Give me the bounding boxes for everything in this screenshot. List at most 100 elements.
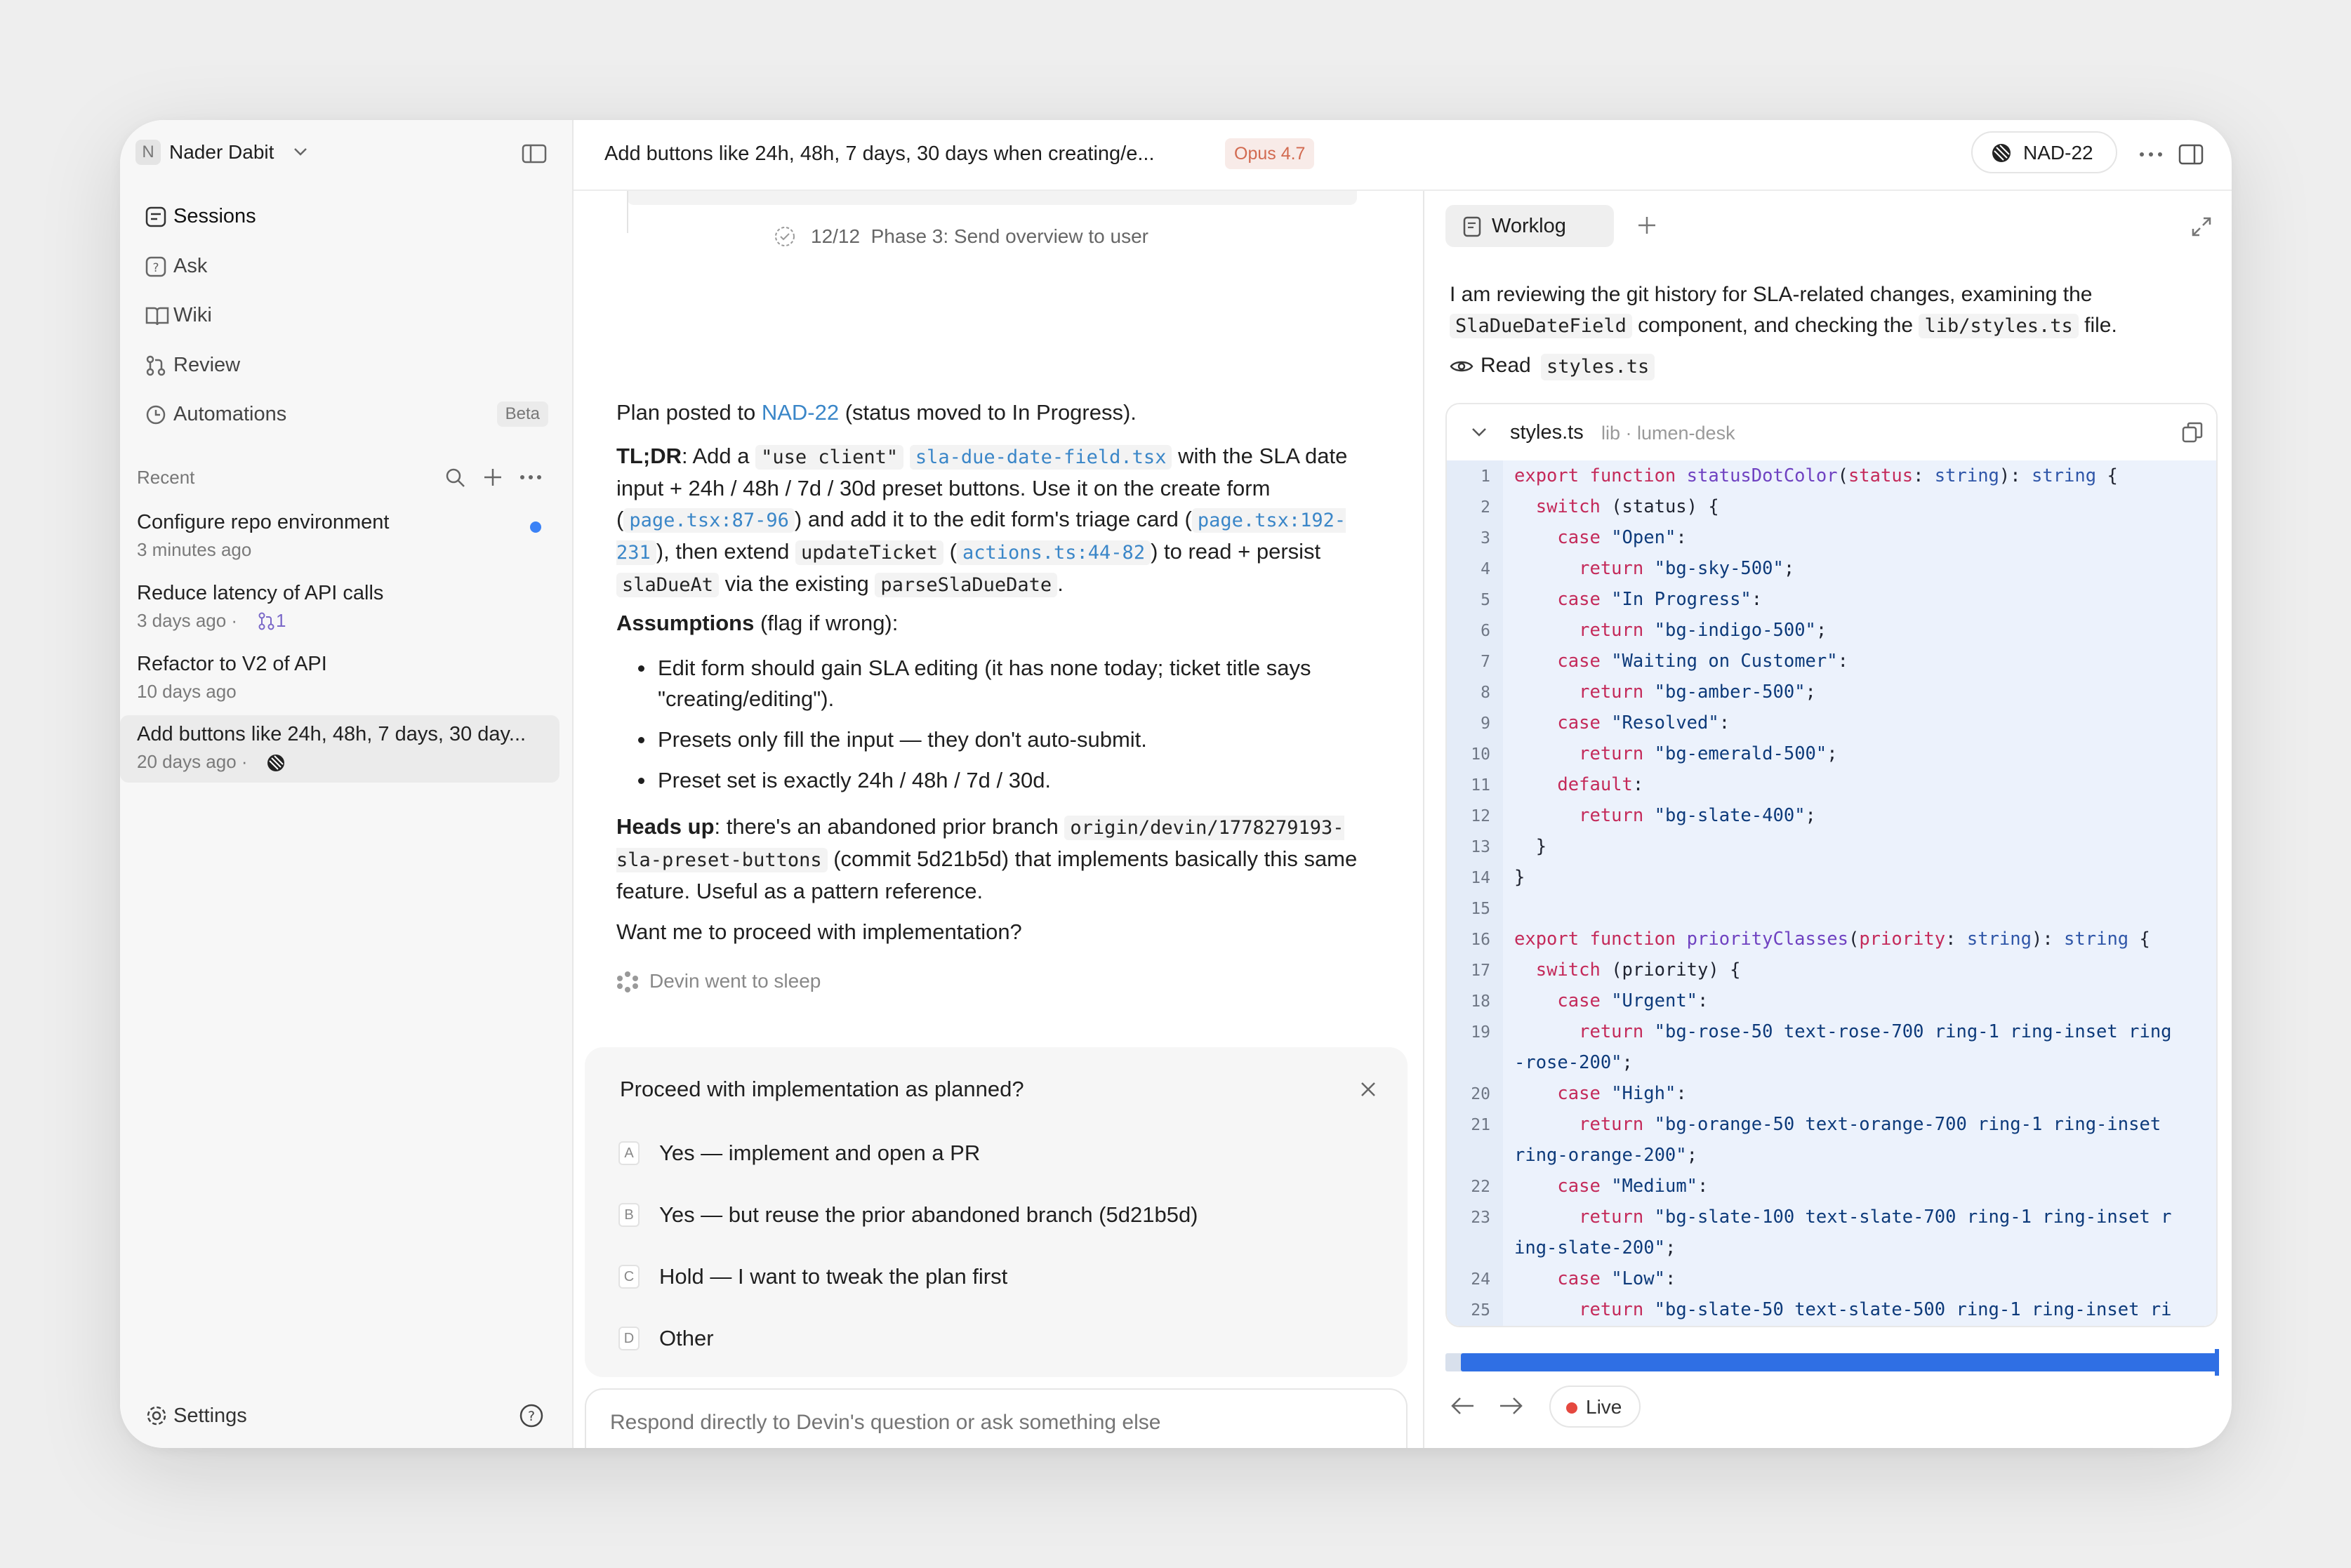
more-icon[interactable] [2138, 151, 2164, 158]
file-link[interactable]: page.tsx:87-96 [623, 508, 795, 533]
option-a[interactable]: A Yes — implement and open a PR [618, 1133, 1377, 1175]
option-label: Hold — I want to tweak the plan first [659, 1264, 1008, 1289]
recent-item-title: Refactor to V2 of API [137, 653, 327, 675]
workspace-avatar: N [135, 140, 161, 165]
close-icon[interactable] [1360, 1081, 1377, 1098]
option-key: A [618, 1141, 640, 1165]
ticket-label: NAD-22 [2023, 142, 2093, 164]
text: ), then extend [656, 539, 795, 564]
chat-panel: 12/12 Phase 3: Send overview to user Pla… [574, 191, 1424, 1448]
add-tab-icon[interactable] [1636, 215, 1657, 236]
code-line: switch (priority) { [1535, 959, 1741, 981]
text: file. [2078, 314, 2117, 337]
recent-item[interactable]: Reduce latency of API calls 3 days ago ·… [120, 577, 559, 644]
nav-label: Ask [173, 255, 208, 277]
ticket-pill[interactable]: NAD-22 [1971, 131, 2117, 173]
worklog-summary: I am reviewing the git history for SLA-r… [1450, 279, 2215, 342]
file-link[interactable]: actions.ts:44-82 [956, 540, 1151, 565]
option-label: Yes — implement and open a PR [659, 1141, 981, 1165]
phase-status: 12/12 Phase 3: Send overview to user [811, 225, 1148, 247]
forward-arrow-icon[interactable] [1499, 1395, 1524, 1416]
recent-heading: Recent [137, 467, 195, 488]
worklog-panel: Worklog I am reviewing the git history f… [1426, 191, 2232, 1448]
code-line: switch (status) { [1535, 496, 1719, 517]
line-number: 5 [1481, 591, 1490, 609]
assumptions-heading: Assumptions (flag if wrong): [616, 608, 1389, 639]
search-icon[interactable] [444, 467, 467, 489]
code-body: 1 export function statusDotColor(status: … [1447, 460, 2216, 1326]
linear-logo-icon [267, 755, 284, 771]
inline-code: parseSlaDueDate [875, 573, 1058, 597]
scrub-handle[interactable] [2215, 1349, 2219, 1376]
code-line: ing-slate-200"; [1514, 1237, 1676, 1258]
code-line: ring-orange-200"; [1514, 1145, 1697, 1166]
settings-button[interactable]: Settings [134, 1397, 345, 1433]
text: ) to read + persist [1151, 539, 1321, 564]
chevron-down-icon[interactable] [1471, 427, 1488, 438]
code-line: return "bg-indigo-500"; [1579, 620, 1827, 641]
clock-icon [146, 405, 166, 425]
sessions-icon [145, 206, 166, 227]
help-icon[interactable]: ? [519, 1403, 544, 1428]
sleep-gear-icon [617, 971, 638, 992]
nav-label: Sessions [173, 205, 256, 227]
nav-item-wiki[interactable]: Wiki [134, 295, 559, 335]
recent-item-selected[interactable]: Add buttons like 24h, 48h, 7 days, 30 da… [120, 715, 559, 783]
line-number: 3 [1481, 529, 1490, 547]
nav-item-review[interactable]: Review [134, 345, 559, 385]
line-number: 20 [1471, 1085, 1490, 1103]
inline-code: updateTicket [795, 540, 944, 565]
app-window: N Nader Dabit Sessions ? Ask Wiki Review… [120, 120, 2232, 1448]
line-number: 17 [1471, 962, 1490, 980]
nav-item-ask[interactable]: ? Ask [134, 246, 559, 286]
code-line: export function statusDotColor(status: s… [1514, 465, 2118, 486]
recent-item[interactable]: Refactor to V2 of API 10 days ago [120, 648, 559, 715]
line-number: 16 [1471, 931, 1490, 949]
expand-icon[interactable] [2191, 216, 2212, 237]
eye-icon [1450, 361, 1473, 372]
inline-code: slaDueAt [616, 573, 720, 597]
line-number: 9 [1481, 715, 1490, 733]
plus-icon[interactable] [482, 467, 503, 488]
headsup-paragraph: Heads up: there's an abandoned prior bra… [616, 811, 1389, 907]
more-icon[interactable] [519, 474, 543, 481]
svg-text:?: ? [152, 261, 159, 275]
option-label: Yes — but reuse the prior abandoned bran… [659, 1202, 1198, 1227]
line-number: 8 [1481, 684, 1490, 702]
book-icon [145, 307, 169, 326]
code-line: case "Open": [1557, 527, 1687, 548]
live-button[interactable]: Live [1549, 1386, 1641, 1428]
copy-icon[interactable] [2181, 421, 2204, 444]
code-line: default: [1557, 774, 1644, 795]
tab-worklog[interactable]: Worklog [1445, 205, 1614, 247]
panel-toggle-icon[interactable] [2178, 144, 2204, 165]
timeline-line [627, 191, 628, 233]
option-key: C [618, 1265, 640, 1289]
session-title: Add buttons like 24h, 48h, 7 days, 30 da… [604, 142, 1155, 165]
file-link[interactable]: sla-due-date-field.tsx [909, 445, 1172, 470]
line-number: 11 [1471, 776, 1490, 795]
option-c[interactable]: C Hold — I want to tweak the plan first [618, 1256, 1377, 1298]
text: via the existing [719, 571, 875, 596]
recent-item[interactable]: Configure repo environment 3 minutes ago [120, 506, 559, 573]
recent-item-title: Configure repo environment [137, 511, 390, 533]
code-line: case "Waiting on Customer": [1557, 651, 1848, 672]
option-d[interactable]: D Other [618, 1318, 1377, 1360]
scrub-progress [1461, 1353, 2218, 1371]
nav-item-sessions[interactable]: Sessions [134, 197, 559, 236]
chat-input[interactable] [610, 1411, 1382, 1448]
collapsed-tool-card [627, 191, 1357, 205]
option-key: D [618, 1327, 640, 1350]
line-number: 1 [1481, 467, 1490, 486]
code-line: return "bg-slate-400"; [1579, 805, 1816, 826]
code-line: case "Resolved": [1557, 712, 1730, 733]
file-name: styles.ts [1510, 421, 1584, 444]
read-label: Read [1481, 354, 1531, 377]
ticket-link[interactable]: NAD-22 [762, 400, 839, 425]
option-b[interactable]: B Yes — but reuse the prior abandoned bra… [618, 1195, 1377, 1237]
sidebar-toggle-icon[interactable] [522, 144, 547, 164]
code-viewer-header: styles.ts lib · lumen-desk [1447, 404, 2216, 460]
settings-label: Settings [173, 1404, 247, 1427]
back-arrow-icon[interactable] [1450, 1395, 1475, 1416]
nav-item-automations[interactable]: Automations Beta [134, 394, 559, 434]
